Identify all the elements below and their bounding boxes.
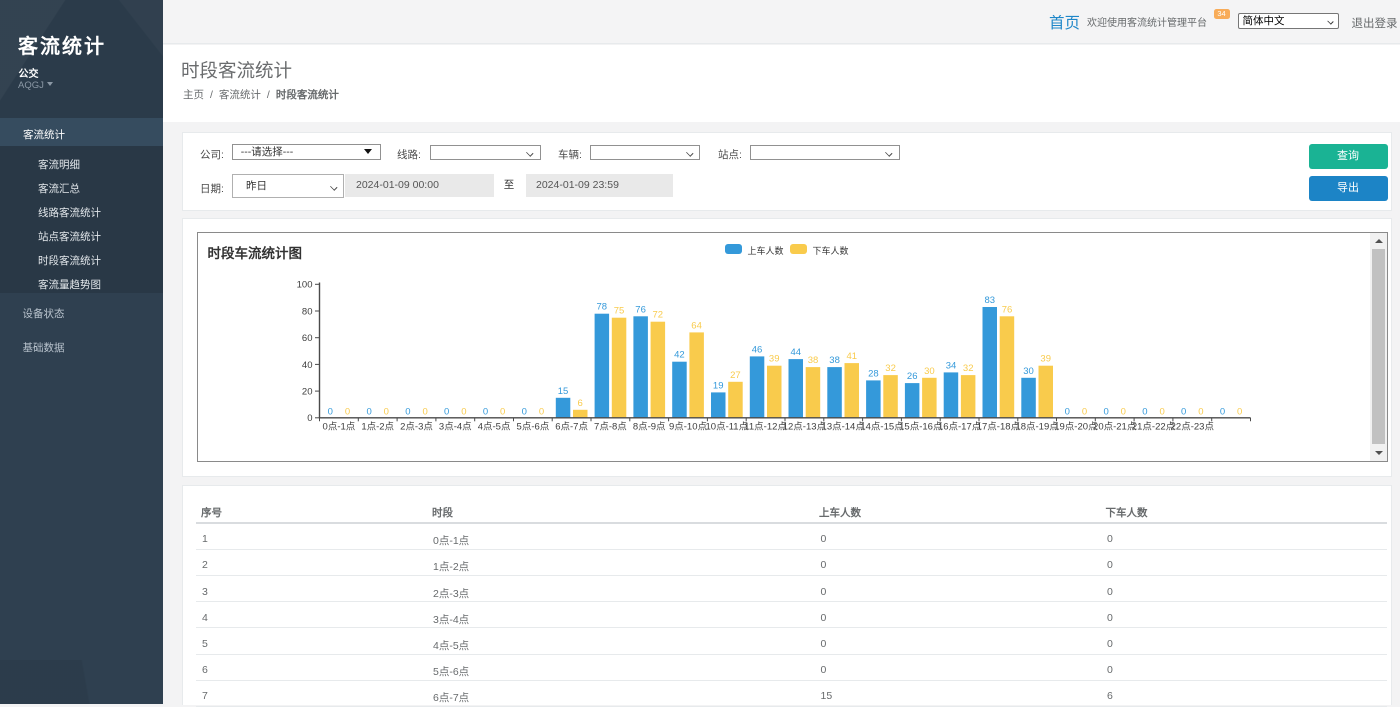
svg-text:27: 27 (730, 370, 741, 381)
svg-text:39: 39 (1040, 354, 1051, 365)
svg-text:32: 32 (885, 363, 896, 374)
svg-text:30: 30 (924, 366, 935, 377)
svg-text:78: 78 (597, 302, 608, 313)
svg-text:19点-20点: 19点-20点 (1054, 421, 1098, 432)
svg-text:0: 0 (345, 407, 350, 418)
svg-text:83: 83 (985, 295, 996, 306)
svg-text:0: 0 (328, 407, 333, 418)
svg-text:64: 64 (691, 320, 702, 331)
svg-text:0: 0 (405, 407, 410, 418)
svg-text:0点-1点: 0点-1点 (323, 421, 356, 432)
svg-text:14点-15点: 14点-15点 (860, 421, 904, 432)
svg-text:46: 46 (752, 344, 763, 355)
svg-text:75: 75 (614, 306, 625, 317)
svg-text:4点-5点: 4点-5点 (478, 421, 511, 432)
svg-text:40: 40 (302, 360, 313, 371)
svg-text:22点-23点: 22点-23点 (1171, 421, 1215, 432)
svg-text:60: 60 (302, 333, 313, 344)
svg-text:30: 30 (1023, 366, 1034, 377)
svg-text:11点-12点: 11点-12点 (744, 421, 787, 432)
svg-text:12点-13点: 12点-13点 (783, 421, 827, 432)
svg-text:34: 34 (946, 360, 957, 371)
svg-text:0: 0 (500, 407, 505, 418)
svg-text:13点-14点: 13点-14点 (822, 421, 866, 432)
svg-text:0: 0 (1237, 407, 1242, 418)
svg-text:0: 0 (366, 407, 371, 418)
svg-text:1点-2点: 1点-2点 (361, 421, 394, 432)
svg-text:21点-22点: 21点-22点 (1132, 421, 1176, 432)
svg-text:39: 39 (769, 354, 780, 365)
svg-text:0: 0 (539, 407, 544, 418)
svg-text:20点-21点: 20点-21点 (1093, 421, 1137, 432)
svg-text:0: 0 (1220, 407, 1225, 418)
svg-text:10点-11点: 10点-11点 (706, 421, 749, 432)
svg-text:0: 0 (1121, 407, 1126, 418)
svg-text:0: 0 (444, 407, 449, 418)
svg-text:3点-4点: 3点-4点 (439, 421, 472, 432)
svg-text:38: 38 (808, 355, 819, 366)
svg-text:20: 20 (302, 387, 313, 398)
svg-text:0: 0 (1181, 407, 1186, 418)
svg-text:7点-8点: 7点-8点 (594, 421, 627, 432)
svg-text:0: 0 (1198, 407, 1203, 418)
svg-text:80: 80 (302, 306, 313, 317)
svg-text:100: 100 (297, 280, 313, 291)
svg-text:0: 0 (384, 407, 389, 418)
svg-text:0: 0 (461, 407, 466, 418)
svg-text:76: 76 (1002, 304, 1013, 315)
svg-text:2点-3点: 2点-3点 (400, 421, 433, 432)
svg-text:0: 0 (1159, 407, 1164, 418)
svg-text:32: 32 (963, 363, 974, 374)
svg-text:0: 0 (1142, 407, 1147, 418)
svg-text:0: 0 (522, 407, 527, 418)
svg-text:0: 0 (1103, 407, 1108, 418)
svg-text:38: 38 (829, 355, 840, 366)
svg-text:15: 15 (558, 386, 569, 397)
svg-text:8点-9点: 8点-9点 (633, 421, 666, 432)
svg-text:76: 76 (635, 304, 646, 315)
svg-text:26: 26 (907, 371, 918, 382)
svg-text:9点-10点: 9点-10点 (669, 421, 708, 432)
svg-text:72: 72 (653, 310, 664, 321)
svg-text:6: 6 (578, 398, 583, 409)
svg-text:0: 0 (422, 407, 427, 418)
svg-text:15点-16点: 15点-16点 (899, 421, 943, 432)
svg-text:19: 19 (713, 380, 724, 391)
svg-text:0: 0 (1065, 407, 1070, 418)
svg-text:6点-7点: 6点-7点 (555, 421, 588, 432)
svg-text:28: 28 (868, 368, 879, 379)
svg-text:41: 41 (847, 351, 858, 362)
svg-text:42: 42 (674, 350, 685, 361)
svg-text:18点-19点: 18点-19点 (1015, 421, 1059, 432)
svg-text:17点-18点: 17点-18点 (977, 421, 1021, 432)
svg-text:44: 44 (791, 347, 802, 358)
svg-text:0: 0 (307, 413, 312, 424)
svg-text:16点-17点: 16点-17点 (938, 421, 982, 432)
svg-text:0: 0 (1082, 407, 1087, 418)
svg-text:0: 0 (483, 407, 488, 418)
svg-text:5点-6点: 5点-6点 (517, 421, 550, 432)
